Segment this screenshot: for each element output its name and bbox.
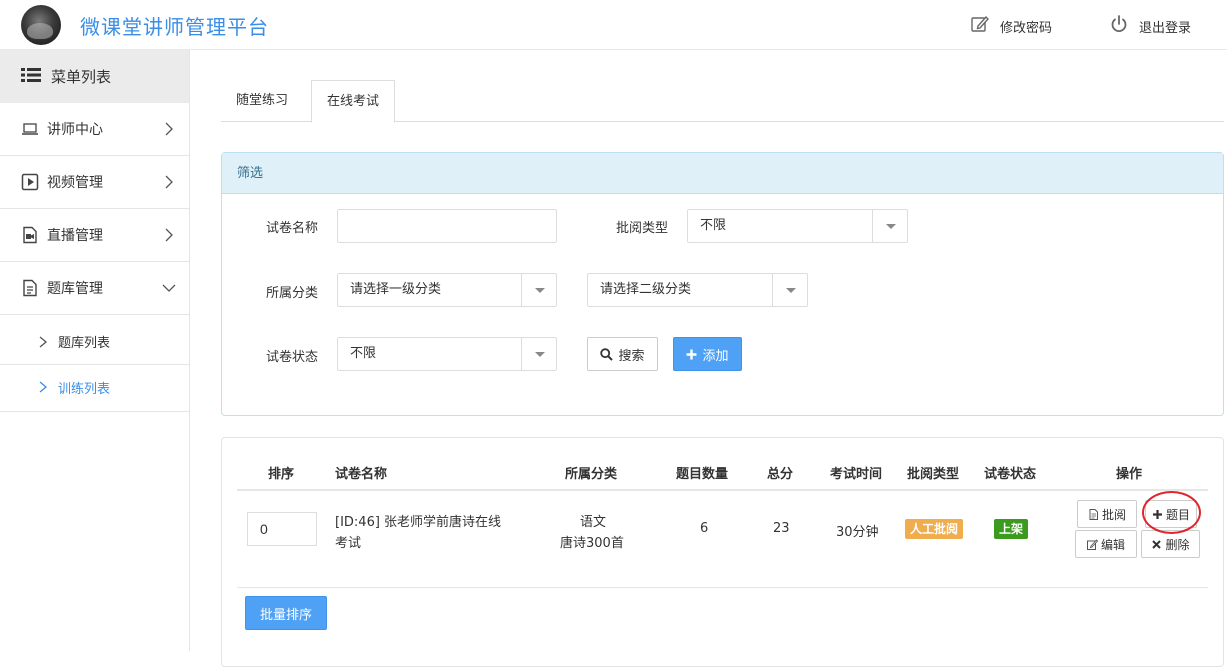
list-icon	[21, 67, 41, 87]
review-type-select[interactable]: 不限	[687, 209, 908, 243]
sidebar-submenu: 题库列表 训练列表	[0, 315, 189, 412]
header-question-count: 题目数量	[676, 467, 729, 482]
video-file-icon	[21, 226, 39, 244]
header-exam-time: 考试时间	[830, 467, 883, 482]
dropdown-arrow-icon	[521, 338, 556, 370]
add-button[interactable]: 添加	[673, 337, 742, 371]
sidebar-subitem-training-list[interactable]: 训练列表	[0, 364, 189, 409]
exam-time: 30分钟	[836, 525, 879, 540]
sidebar-item-label: 直播管理	[47, 228, 103, 244]
chevron-down-icon	[162, 284, 176, 292]
tab-bar: 随堂练习 在线考试	[221, 80, 1224, 123]
sidebar-item-question-bank[interactable]: 题库管理	[0, 262, 189, 315]
header-sort: 排序	[268, 467, 295, 482]
sidebar-item-live-management[interactable]: 直播管理	[0, 209, 189, 262]
batch-sort-label: 批量排序	[259, 607, 312, 623]
tab-online-exam[interactable]: 在线考试	[311, 80, 396, 123]
question-count: 6	[700, 521, 709, 536]
sidebar-subitem-question-list[interactable]: 题库列表	[0, 319, 189, 364]
logout-link[interactable]: 退出登录	[1109, 14, 1191, 38]
total-score: 23	[773, 521, 790, 536]
header-review-type: 批阅类型	[907, 467, 960, 482]
search-icon	[600, 347, 614, 361]
search-button[interactable]: 搜索	[587, 337, 658, 371]
change-password-label: 修改密码	[1000, 20, 1053, 36]
paper-name-label: 试卷名称	[266, 221, 319, 236]
chevron-right-icon	[165, 122, 173, 136]
header-total-score: 总分	[767, 467, 794, 482]
category-level1-value: 请选择一级分类	[350, 282, 442, 297]
header-actions: 操作	[1116, 467, 1143, 482]
dropdown-arrow-icon	[521, 274, 556, 306]
header-category: 所属分类	[565, 467, 618, 482]
avatar[interactable]	[21, 5, 61, 45]
dropdown-arrow-icon	[772, 274, 807, 306]
plus-icon	[1152, 509, 1162, 519]
status-select[interactable]: 不限	[337, 337, 557, 371]
paper-name-line1: [ID:46] 张老师学前唐诗在线	[335, 515, 502, 530]
play-square-icon	[21, 173, 39, 191]
category-primary: 语文	[580, 515, 607, 530]
plus-icon	[686, 349, 697, 359]
edit-icon	[1086, 538, 1098, 550]
sidebar: 菜单列表 讲师中心 视频管理 直播管理 题库管理 题库列表 训练列表	[0, 50, 190, 651]
edit-icon	[970, 14, 990, 38]
sidebar-item-instructor-center[interactable]: 讲师中心	[0, 103, 189, 156]
sidebar-item-label: 讲师中心	[47, 122, 103, 138]
delete-button-label: 删除	[1165, 537, 1190, 552]
chevron-right-icon	[39, 336, 48, 347]
sidebar-item-label: 视频管理	[47, 175, 103, 191]
status-label: 试卷状态	[266, 350, 319, 365]
sidebar-subitem-label: 训练列表	[58, 381, 111, 397]
table-row-divider	[237, 587, 1208, 588]
edit-button[interactable]: 编辑	[1075, 530, 1137, 558]
close-icon	[1152, 539, 1162, 549]
power-icon	[1109, 14, 1129, 38]
edit-button-label: 编辑	[1100, 537, 1125, 552]
change-password-link[interactable]: 修改密码	[970, 14, 1052, 38]
menu-title: 菜单列表	[51, 68, 112, 86]
chevron-right-icon	[165, 175, 173, 189]
table-header-divider	[237, 489, 1208, 491]
filter-panel-title: 筛选	[222, 153, 1223, 194]
paper-name-line2: 考试	[335, 536, 362, 551]
category-label: 所属分类	[266, 286, 319, 301]
category-level2-select[interactable]: 请选择二级分类	[587, 273, 808, 307]
add-button-label: 添加	[702, 348, 729, 364]
header-paper-name: 试卷名称	[335, 467, 388, 482]
tab-in-class-practice[interactable]: 随堂练习	[221, 80, 303, 122]
delete-button[interactable]: 删除	[1141, 530, 1200, 558]
search-button-label: 搜索	[618, 348, 645, 364]
document-icon	[21, 279, 39, 297]
laptop-icon	[21, 120, 39, 138]
dropdown-arrow-icon	[872, 210, 907, 242]
category-secondary: 唐诗300首	[560, 536, 624, 551]
file-icon	[1089, 508, 1098, 520]
sidebar-item-label: 题库管理	[47, 281, 103, 297]
chevron-right-icon	[165, 228, 173, 242]
status-value: 不限	[350, 346, 377, 361]
sort-order-input[interactable]	[247, 512, 317, 546]
category-level2-value: 请选择二级分类	[600, 282, 692, 297]
sidebar-item-video-management[interactable]: 视频管理	[0, 156, 189, 209]
logout-label: 退出登录	[1139, 20, 1192, 36]
review-type-label: 批阅类型	[616, 221, 669, 236]
batch-sort-button[interactable]: 批量排序	[245, 596, 327, 630]
header-paper-status: 试卷状态	[984, 467, 1037, 482]
status-badge: 上架	[994, 519, 1029, 539]
review-button-label: 批阅	[1101, 507, 1126, 522]
site-title: 微课堂讲师管理平台	[80, 15, 269, 39]
menu-header: 菜单列表	[0, 50, 189, 103]
review-type-value: 不限	[700, 218, 727, 233]
add-questions-button[interactable]: 题目	[1145, 500, 1197, 528]
top-header: 微课堂讲师管理平台 修改密码 退出登录	[0, 0, 1227, 50]
review-button[interactable]: 批阅	[1077, 500, 1137, 528]
paper-name-input[interactable]	[337, 209, 557, 243]
sidebar-subitem-label: 题库列表	[58, 336, 111, 351]
add-questions-label: 题目	[1165, 507, 1190, 522]
review-type-badge: 人工批阅	[905, 519, 964, 539]
chevron-right-icon	[39, 381, 48, 393]
category-level1-select[interactable]: 请选择一级分类	[337, 273, 557, 307]
